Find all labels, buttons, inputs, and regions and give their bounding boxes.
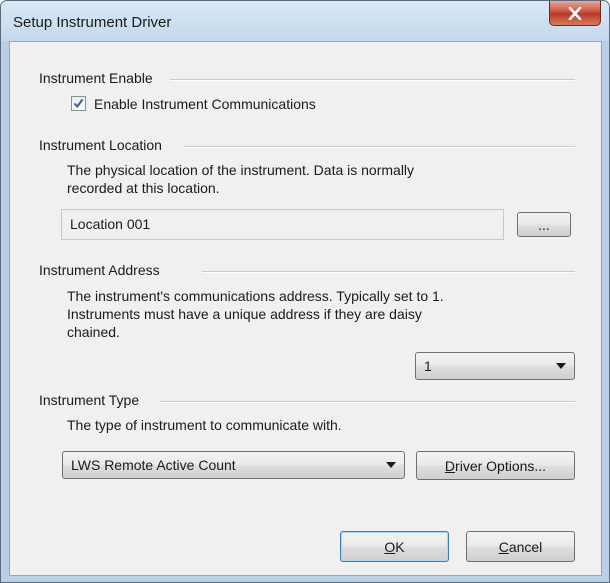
window-title: Setup Instrument Driver	[13, 14, 172, 31]
group-divider	[170, 79, 575, 81]
ok-mnemonic: O	[384, 538, 396, 555]
address-description-line-1: The instrument's communications address.…	[67, 288, 444, 304]
address-selected-value: 1	[424, 358, 432, 374]
dialog-window: Setup Instrument Driver Instrument Enabl…	[0, 0, 610, 583]
instrument-type-selected-value: LWS Remote Active Count	[71, 457, 236, 473]
dropdown-arrow-icon	[556, 363, 566, 369]
driver-options-mnemonic: D	[444, 457, 456, 474]
location-field[interactable]: Location 001	[61, 209, 504, 240]
close-button[interactable]	[549, 1, 601, 26]
group-divider	[183, 146, 575, 148]
checkmark-icon	[73, 98, 84, 109]
location-description-line-2: recorded at this location.	[67, 180, 220, 196]
cancel-label: ancel	[508, 538, 543, 555]
cancel-button[interactable]: Cancel	[466, 531, 575, 562]
driver-options-button[interactable]: Driver Options...	[416, 451, 575, 480]
group-label-instrument-type: Instrument Type	[39, 392, 144, 408]
ok-button[interactable]: OK	[340, 531, 449, 562]
dropdown-arrow-icon	[386, 462, 396, 468]
address-dropdown[interactable]: 1	[415, 352, 575, 380]
enable-communications-label[interactable]: Enable Instrument Communications	[94, 95, 316, 113]
enable-communications-checkbox[interactable]	[71, 96, 86, 111]
group-label-instrument-location: Instrument Location	[39, 137, 166, 153]
group-divider	[159, 401, 575, 403]
group-label-instrument-enable: Instrument Enable	[39, 70, 157, 86]
driver-options-label: river Options...	[455, 457, 547, 474]
group-divider	[202, 271, 575, 273]
location-description-line-1: The physical location of the instrument.…	[67, 162, 415, 178]
address-description-line-3: chained.	[67, 324, 120, 340]
close-icon	[568, 6, 582, 20]
dialog-client-area: Instrument Enable Enable Instrument Comm…	[9, 41, 602, 576]
instrument-type-dropdown[interactable]: LWS Remote Active Count	[62, 451, 405, 479]
group-label-instrument-address: Instrument Address	[39, 262, 164, 278]
address-description-line-2: Instruments must have a unique address i…	[67, 306, 422, 322]
type-description: The type of instrument to communicate wi…	[67, 417, 342, 433]
cancel-mnemonic: C	[498, 538, 509, 555]
ok-label: K	[395, 538, 405, 555]
title-bar[interactable]: Setup Instrument Driver	[1, 1, 609, 41]
browse-location-button[interactable]: ...	[517, 212, 571, 237]
